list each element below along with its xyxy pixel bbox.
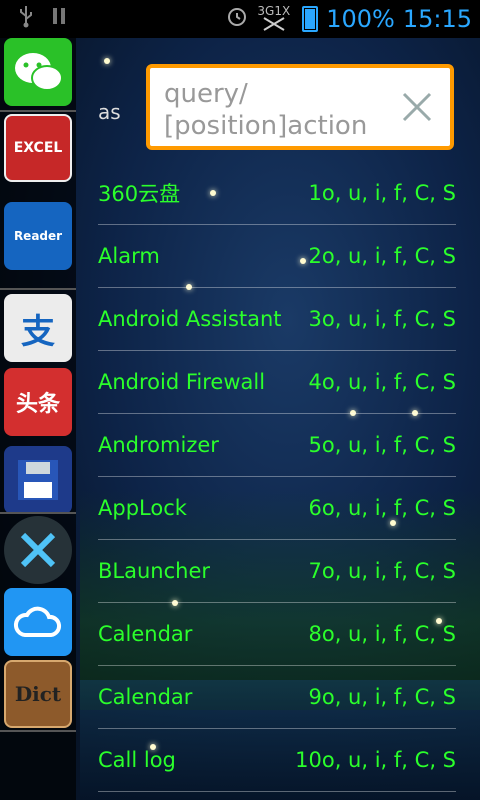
filter-label: as bbox=[98, 100, 121, 124]
cloud-icon[interactable] bbox=[4, 588, 72, 656]
app-shortcuts: 3o, u, i, f, C, S bbox=[308, 307, 457, 331]
zreader-icon[interactable]: Reader bbox=[4, 202, 72, 270]
app-shortcuts: 8o, u, i, f, C, S bbox=[308, 622, 457, 646]
zreader-label: Reader bbox=[13, 229, 63, 243]
app-name: Andromizer bbox=[98, 433, 219, 457]
list-item[interactable]: Android Firewall 4o, u, i, f, C, S bbox=[98, 351, 456, 414]
dock-separator bbox=[0, 512, 76, 514]
app-shortcuts: 10o, u, i, f, C, S bbox=[295, 748, 456, 772]
alipay-icon[interactable]: 支 bbox=[4, 294, 72, 362]
app-shortcuts: 1o, u, i, f, C, S bbox=[308, 181, 457, 205]
app-name: Calendar bbox=[98, 622, 193, 646]
pause-icon bbox=[52, 6, 66, 32]
dock-separator bbox=[0, 110, 76, 112]
app-name: 360云盘 bbox=[98, 182, 181, 206]
app-dock: EXCEL Reader 支 头条 Dict bbox=[0, 38, 76, 800]
app-name: Calendar bbox=[98, 685, 193, 709]
list-item[interactable]: Call log 10o, u, i, f, C, S bbox=[98, 729, 456, 792]
query-placeholder: query/ [position]action bbox=[164, 79, 368, 141]
battery-percent: 100% bbox=[326, 5, 395, 33]
list-item[interactable]: Android Assistant 3o, u, i, f, C, S bbox=[98, 288, 456, 351]
app-name: BLauncher bbox=[98, 559, 211, 583]
app-name: Android Assistant bbox=[98, 307, 282, 331]
app-name: Alarm bbox=[98, 244, 160, 268]
app-shortcuts: 2o, u, i, f, C, S bbox=[308, 244, 457, 268]
query-input[interactable]: query/ [position]action bbox=[146, 64, 454, 150]
app-shortcuts: 5o, u, i, f, C, S bbox=[308, 433, 457, 457]
app-shortcuts: 6o, u, i, f, C, S bbox=[308, 496, 457, 520]
dict-icon[interactable]: Dict bbox=[4, 660, 72, 728]
save-disk-icon[interactable] bbox=[4, 446, 72, 514]
app-name: Android Firewall bbox=[98, 370, 266, 394]
list-item[interactable]: Andromizer 5o, u, i, f, C, S bbox=[98, 414, 456, 477]
dict-label: Dict bbox=[14, 682, 62, 706]
app-shortcuts: 7o, u, i, f, C, S bbox=[308, 559, 457, 583]
dock-separator bbox=[0, 288, 76, 290]
app-name: AppLock bbox=[98, 496, 187, 520]
alarm-clock-icon bbox=[225, 4, 249, 34]
list-item[interactable]: Alarm 2o, u, i, f, C, S bbox=[98, 225, 456, 288]
list-item[interactable]: AppLock 6o, u, i, f, C, S bbox=[98, 477, 456, 540]
network-indicator: 3G1X bbox=[257, 3, 291, 33]
app-shortcuts: 4o, u, i, f, C, S bbox=[308, 370, 457, 394]
status-bar: 3G1X 100% 15:15 bbox=[0, 0, 480, 38]
clear-icon[interactable] bbox=[398, 88, 436, 126]
clock-time: 15:15 bbox=[402, 5, 472, 33]
excel-sha-icon[interactable]: EXCEL bbox=[4, 114, 72, 182]
network-type-label: 3G1X bbox=[257, 3, 291, 18]
list-item[interactable]: 360云盘 1o, u, i, f, C, S bbox=[98, 162, 456, 225]
battery-icon bbox=[302, 6, 319, 32]
usb-icon bbox=[18, 4, 34, 34]
list-item[interactable]: Calendar 8o, u, i, f, C, S bbox=[98, 603, 456, 666]
app-name: Call log bbox=[98, 748, 176, 772]
x-app-icon[interactable] bbox=[4, 516, 72, 584]
app-shortcuts: 9o, u, i, f, C, S bbox=[308, 685, 457, 709]
list-item[interactable]: BLauncher 7o, u, i, f, C, S bbox=[98, 540, 456, 603]
list-item[interactable]: Calendar 9o, u, i, f, C, S bbox=[98, 666, 456, 729]
dock-separator bbox=[0, 730, 76, 732]
wechat-icon[interactable] bbox=[4, 38, 72, 106]
toutiao-icon[interactable]: 头条 bbox=[4, 368, 72, 436]
firefly-dot bbox=[104, 58, 110, 64]
toutiao-label: 头条 bbox=[15, 392, 60, 417]
